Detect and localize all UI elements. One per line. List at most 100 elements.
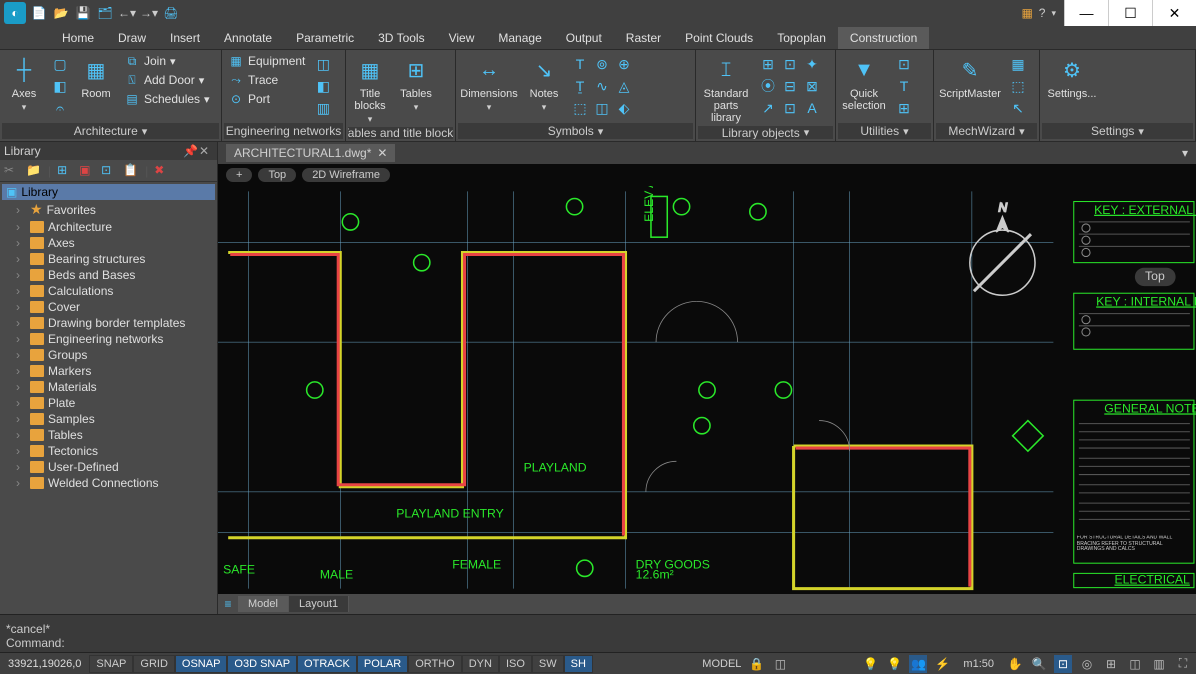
port-button[interactable]: ⊙Port bbox=[224, 90, 309, 108]
tree-item[interactable]: ›Markers bbox=[2, 363, 215, 379]
eng-tool-icon[interactable]: ◧ bbox=[313, 76, 333, 96]
lib-icon[interactable]: ↗ bbox=[758, 98, 778, 118]
lib-icon[interactable]: ⊟ bbox=[780, 76, 800, 96]
tree-item[interactable]: ›Samples bbox=[2, 411, 215, 427]
quick-selection-button[interactable]: ▼Quick selection bbox=[838, 52, 890, 114]
title-blocks-button[interactable]: ▦Title blocks▾ bbox=[348, 52, 392, 127]
tree-item[interactable]: ›Cover bbox=[2, 299, 215, 315]
toggle-polar[interactable]: POLAR bbox=[357, 655, 408, 673]
settings-button[interactable]: ⚙Settings... bbox=[1042, 52, 1102, 102]
open-icon[interactable]: 📂 bbox=[52, 4, 70, 22]
tree-item[interactable]: ›Beds and Bases bbox=[2, 267, 215, 283]
tab-dropdown-icon[interactable]: ▾ bbox=[1174, 146, 1196, 160]
arch-tool-icon[interactable]: ▢ bbox=[50, 54, 70, 74]
toggle-osnap[interactable]: OSNAP bbox=[175, 655, 228, 673]
menu-manage[interactable]: Manage bbox=[486, 27, 553, 49]
menu-topoplan[interactable]: Topoplan bbox=[765, 27, 838, 49]
schedules-button[interactable]: ▤Schedules ▾ bbox=[120, 90, 214, 108]
sym-icon[interactable]: ⬖ bbox=[614, 98, 634, 118]
toggle-grid[interactable]: GRID bbox=[133, 655, 175, 673]
toggle-iso[interactable]: ISO bbox=[499, 655, 532, 673]
tool-icon[interactable]: ⊡ bbox=[101, 163, 117, 179]
tree-item[interactable]: ›Axes bbox=[2, 235, 215, 251]
tree-item[interactable]: ›Plate bbox=[2, 395, 215, 411]
menu-construction[interactable]: Construction bbox=[838, 27, 929, 49]
lib-icon[interactable]: ⊠ bbox=[802, 76, 822, 96]
lib-icon[interactable]: ✦ bbox=[802, 54, 822, 74]
lib-icon[interactable]: A bbox=[802, 98, 822, 118]
save-icon[interactable]: 💾 bbox=[74, 4, 92, 22]
model-tab[interactable]: Model bbox=[238, 596, 289, 612]
sym-icon[interactable]: ⊚ bbox=[592, 54, 612, 74]
nav-icon[interactable]: ◎ bbox=[1078, 655, 1096, 673]
view3-icon[interactable]: ▥ bbox=[1150, 655, 1168, 673]
help-button[interactable]: ? bbox=[1039, 6, 1046, 20]
tree-item[interactable]: ›User-Defined bbox=[2, 459, 215, 475]
menu-draw[interactable]: Draw bbox=[106, 27, 158, 49]
lock-icon[interactable]: 🔒 bbox=[747, 655, 765, 673]
mech-icon[interactable]: ⬚ bbox=[1008, 76, 1028, 96]
app-logo-icon[interactable]: ◐ bbox=[4, 2, 26, 24]
maximize-button[interactable]: ☐ bbox=[1108, 0, 1152, 26]
view2-icon[interactable]: ◫ bbox=[1126, 655, 1144, 673]
std-parts-button[interactable]: 𝙸Standard parts library bbox=[698, 52, 754, 126]
panel-architecture[interactable]: Architecture ▾ bbox=[2, 123, 219, 139]
add-door-button[interactable]: ⍂Add Door ▾ bbox=[120, 71, 214, 89]
join-button[interactable]: ⧉Join ▾ bbox=[120, 52, 214, 70]
zoom-icon[interactable]: 🔍 bbox=[1030, 655, 1048, 673]
layout-menu-icon[interactable]: ≡ bbox=[218, 594, 238, 614]
tool-icon[interactable]: ✂ bbox=[4, 163, 20, 179]
menu-pointclouds[interactable]: Point Clouds bbox=[673, 27, 765, 49]
axes-button[interactable]: ┼Axes▾ bbox=[2, 52, 46, 115]
viewcube-top[interactable]: Top bbox=[258, 168, 296, 182]
tree-favorites[interactable]: ›★Favorites bbox=[2, 200, 215, 219]
panel-symbols[interactable]: Symbols ▾ bbox=[458, 123, 693, 139]
close-tab-icon[interactable]: ✕ bbox=[377, 146, 387, 160]
room-button[interactable]: ▦Room bbox=[74, 52, 118, 102]
toggle-o3dsnap[interactable]: O3D SNAP bbox=[227, 655, 297, 673]
lib-icon[interactable]: ⊞ bbox=[758, 54, 778, 74]
minimize-button[interactable]: — bbox=[1064, 0, 1108, 26]
sym-icon[interactable]: ∿ bbox=[592, 76, 612, 96]
zoom-window-icon[interactable]: ⊡ bbox=[1054, 655, 1072, 673]
lib-icon[interactable]: ⊡ bbox=[780, 98, 800, 118]
sym-icon[interactable]: Ṯ bbox=[570, 76, 590, 96]
menu-output[interactable]: Output bbox=[554, 27, 614, 49]
layout1-tab[interactable]: Layout1 bbox=[289, 596, 349, 612]
tree-item[interactable]: ›Welded Connections bbox=[2, 475, 215, 491]
panel-library[interactable]: Library objects ▾ bbox=[698, 126, 833, 139]
undo-icon[interactable]: ←▾ bbox=[118, 4, 136, 22]
util-icon[interactable]: ⊡ bbox=[894, 54, 914, 74]
eng-tool-icon[interactable]: ▥ bbox=[313, 98, 333, 118]
tree-item[interactable]: ›Calculations bbox=[2, 283, 215, 299]
redo-icon[interactable]: →▾ bbox=[140, 4, 158, 22]
status-icon[interactable]: ◫ bbox=[771, 655, 789, 673]
menu-parametric[interactable]: Parametric bbox=[284, 27, 366, 49]
tree-item[interactable]: ›Bearing structures bbox=[2, 251, 215, 267]
pin-icon[interactable]: 📌 bbox=[183, 144, 197, 158]
toggle-otrack[interactable]: OTRACK bbox=[297, 655, 357, 673]
command-line[interactable]: *cancel* Command: bbox=[0, 614, 1196, 652]
tree-item[interactable]: ›Architecture bbox=[2, 219, 215, 235]
menu-annotate[interactable]: Annotate bbox=[212, 27, 284, 49]
notes-button[interactable]: ↘Notes▾ bbox=[522, 52, 566, 115]
toggle-sw[interactable]: SW bbox=[532, 655, 564, 673]
menu-home[interactable]: Home bbox=[50, 27, 106, 49]
people-icon[interactable]: 👥 bbox=[909, 655, 927, 673]
bulb-icon[interactable]: 💡 bbox=[861, 655, 879, 673]
toggle-ortho[interactable]: ORTHO bbox=[408, 655, 462, 673]
close-panel-icon[interactable]: ✕ bbox=[199, 144, 213, 158]
panel-utilities[interactable]: Utilities ▾ bbox=[838, 123, 931, 139]
scale-readout[interactable]: m1:50 bbox=[957, 658, 1000, 670]
arch-tool-icon[interactable]: ◧ bbox=[50, 76, 70, 96]
util-icon[interactable]: ⊞ bbox=[894, 98, 914, 118]
tree-root[interactable]: ▣Library bbox=[2, 184, 215, 200]
toggle-snap[interactable]: SNAP bbox=[89, 655, 133, 673]
panel-settings[interactable]: Settings▾ bbox=[1042, 123, 1193, 139]
model-space-button[interactable]: MODEL bbox=[702, 658, 741, 670]
tree-item[interactable]: ›Engineering networks bbox=[2, 331, 215, 347]
sym-icon[interactable]: ⬚ bbox=[570, 98, 590, 118]
lib-icon[interactable]: ⊡ bbox=[780, 54, 800, 74]
dimensions-button[interactable]: ↔Dimensions▾ bbox=[458, 52, 520, 115]
mech-icon[interactable]: ↖ bbox=[1008, 98, 1028, 118]
